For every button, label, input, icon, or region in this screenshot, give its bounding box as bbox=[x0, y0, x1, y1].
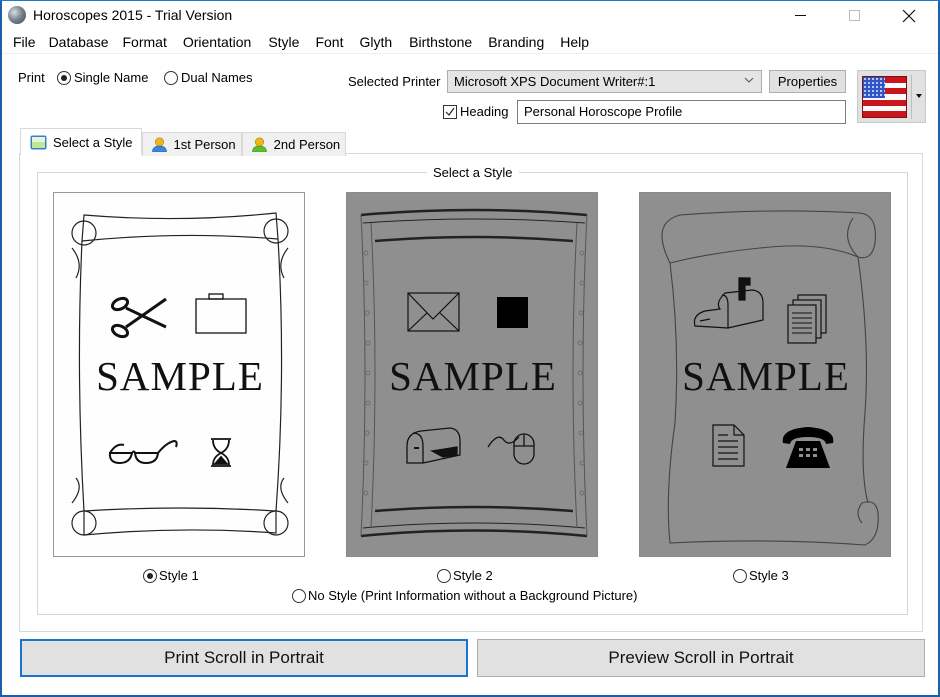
selected-printer-label: Selected Printer bbox=[348, 74, 441, 89]
menu-font[interactable]: Font bbox=[315, 32, 343, 54]
telephone-icon bbox=[782, 427, 834, 468]
maximize-icon bbox=[848, 10, 860, 21]
style-2-preview[interactable]: SAMPLE bbox=[346, 192, 598, 557]
picture-icon bbox=[30, 135, 47, 149]
properties-button[interactable]: Properties bbox=[769, 70, 846, 93]
menu-database[interactable]: Database bbox=[49, 32, 109, 54]
tab-select-a-style[interactable]: Select a Style bbox=[20, 128, 142, 155]
user-blue-icon bbox=[151, 137, 167, 152]
minimize-button[interactable] bbox=[777, 0, 823, 31]
printer-dropdown[interactable]: Microsoft XPS Document Writer#:1 bbox=[447, 70, 762, 93]
single-name-label: Single Name bbox=[74, 70, 149, 85]
close-button[interactable] bbox=[886, 0, 932, 31]
print-scroll-button[interactable]: Print Scroll in Portrait bbox=[20, 639, 468, 677]
maximize-button[interactable] bbox=[831, 0, 877, 31]
menu-file[interactable]: File bbox=[13, 32, 36, 54]
documents-icon bbox=[787, 294, 827, 344]
menu-branding[interactable]: Branding bbox=[488, 32, 544, 54]
document-icon bbox=[712, 424, 745, 467]
style-1-label: Style 1 bbox=[159, 568, 199, 583]
menu-glyth[interactable]: Glyth bbox=[359, 32, 392, 54]
menu-format[interactable]: Format bbox=[123, 32, 167, 54]
mailbox-icon bbox=[406, 427, 461, 464]
heading-checkbox[interactable]: Heading bbox=[443, 104, 508, 119]
sample-text: SAMPLE bbox=[96, 353, 264, 399]
tab-strip: Select a Style 1st Person 2nd Person bbox=[20, 128, 347, 156]
style-2-label: Style 2 bbox=[453, 568, 493, 583]
sample-text: SAMPLE bbox=[389, 353, 557, 399]
open-mailbox-icon bbox=[693, 277, 764, 329]
hourglass-icon bbox=[211, 438, 231, 467]
sample-text: SAMPLE bbox=[682, 353, 850, 399]
tab-2nd-person[interactable]: 2nd Person bbox=[241, 132, 347, 156]
print-label: Print bbox=[18, 70, 45, 85]
no-style-label: No Style (Print Information without a Ba… bbox=[308, 588, 638, 603]
tab-label: Select a Style bbox=[53, 134, 133, 150]
split-divider bbox=[911, 75, 912, 119]
close-icon bbox=[902, 9, 916, 22]
menu-bar: File Database Format Orientation Style F… bbox=[2, 32, 938, 54]
heading-input[interactable]: Personal Horoscope Profile bbox=[517, 100, 846, 124]
checkmark-icon bbox=[445, 107, 455, 116]
dropdown-arrow-icon[interactable] bbox=[916, 94, 922, 98]
style-1-radio[interactable]: Style 1 bbox=[143, 568, 199, 583]
window-title: Horoscopes 2015 - Trial Version bbox=[33, 7, 233, 23]
menu-birthstone[interactable]: Birthstone bbox=[409, 32, 472, 54]
tab-label: 1st Person bbox=[173, 137, 236, 152]
envelope-icon bbox=[407, 292, 460, 332]
dual-names-label: Dual Names bbox=[181, 70, 253, 85]
tab-label: 2nd Person bbox=[273, 137, 341, 152]
no-style-radio[interactable]: No Style (Print Information without a Ba… bbox=[292, 588, 637, 603]
style-3-label: Style 3 bbox=[749, 568, 789, 583]
app-globe-icon bbox=[8, 6, 26, 24]
style-3-radio[interactable]: Style 3 bbox=[733, 568, 789, 583]
radio-indicator[interactable] bbox=[733, 568, 747, 583]
style-3-preview[interactable]: SAMPLE bbox=[639, 192, 891, 557]
single-name-radio[interactable]: Single Name bbox=[57, 70, 148, 85]
style-1-preview[interactable]: SAMPLE bbox=[53, 192, 305, 557]
checkbox-indicator[interactable] bbox=[443, 104, 457, 119]
printer-selected-value: Microsoft XPS Document Writer#:1 bbox=[454, 74, 656, 89]
radio-indicator[interactable] bbox=[57, 70, 71, 85]
radio-indicator[interactable] bbox=[437, 568, 451, 583]
glasses-icon bbox=[108, 439, 178, 465]
style-2-radio[interactable]: Style 2 bbox=[437, 568, 493, 583]
app-window: Horoscopes 2015 - Trial Version File Dat… bbox=[0, 0, 940, 697]
groupbox-title: Select a Style bbox=[427, 165, 519, 180]
briefcase-icon bbox=[195, 293, 247, 334]
radio-indicator[interactable] bbox=[143, 568, 157, 583]
menu-style[interactable]: Style bbox=[268, 32, 299, 54]
language-flag-button[interactable] bbox=[857, 70, 926, 123]
menu-orientation[interactable]: Orientation bbox=[183, 32, 251, 54]
title-bar: Horoscopes 2015 - Trial Version bbox=[2, 0, 938, 31]
radio-indicator[interactable] bbox=[292, 588, 306, 603]
menu-help[interactable]: Help bbox=[560, 32, 589, 54]
minimize-icon bbox=[794, 15, 806, 16]
black-square-icon bbox=[497, 297, 528, 328]
scissors-icon bbox=[110, 296, 167, 339]
user-green-icon bbox=[251, 137, 267, 152]
chevron-down-icon bbox=[744, 77, 754, 83]
us-flag-icon bbox=[862, 76, 907, 118]
preview-scroll-button[interactable]: Preview Scroll in Portrait bbox=[477, 639, 925, 677]
computer-mouse-icon bbox=[487, 433, 535, 465]
dual-names-radio[interactable]: Dual Names bbox=[164, 70, 253, 85]
radio-indicator[interactable] bbox=[164, 70, 178, 85]
tab-1st-person[interactable]: 1st Person bbox=[141, 132, 242, 156]
heading-label: Heading bbox=[460, 104, 509, 119]
